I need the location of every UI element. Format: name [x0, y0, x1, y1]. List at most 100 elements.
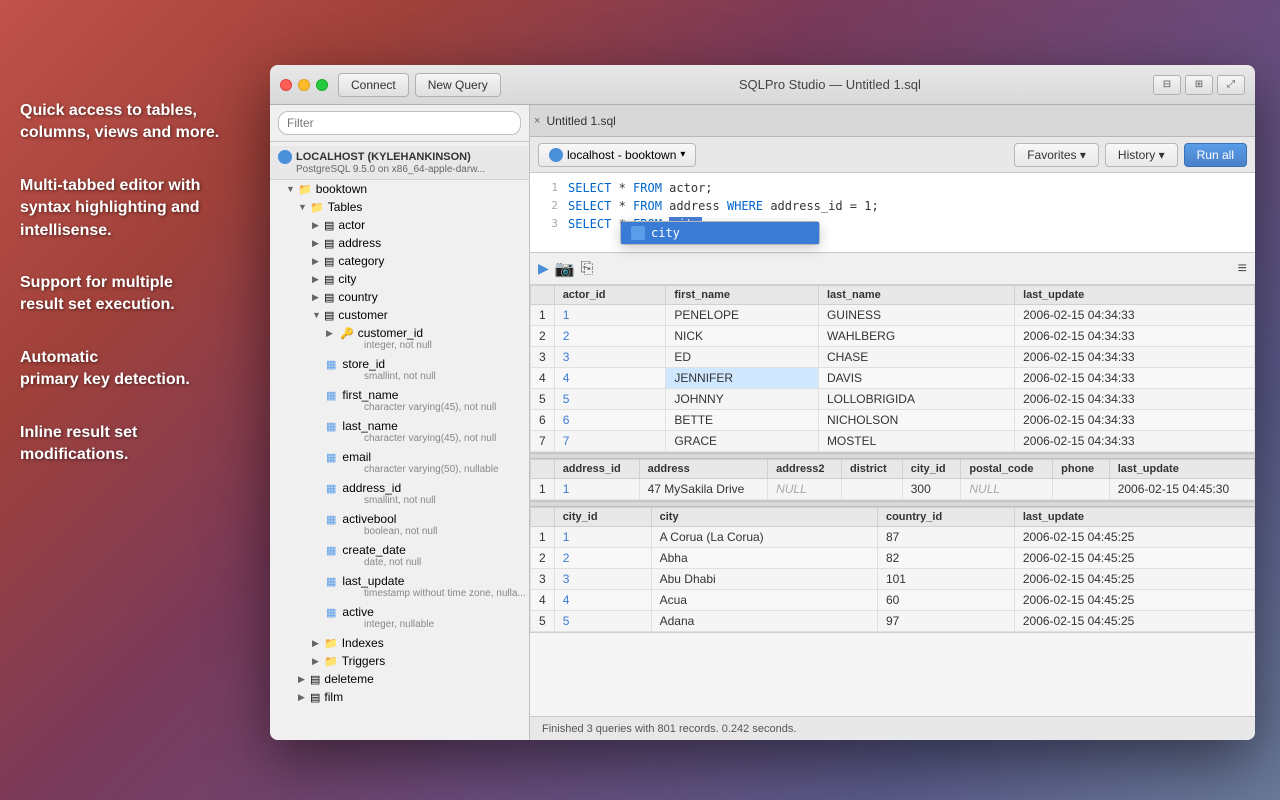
cell[interactable]: 300 — [902, 479, 961, 500]
cell[interactable]: 1 — [554, 527, 651, 548]
table-row[interactable]: 5 5 Adana 97 2006-02-15 04:45:25 — [531, 611, 1255, 632]
cell[interactable]: 4 — [554, 590, 651, 611]
col-first-name[interactable]: first_name — [666, 286, 819, 305]
cell[interactable]: 2006-02-15 04:45:25 — [1014, 569, 1254, 590]
sidebar-item-triggers[interactable]: ▶ 📁 Triggers — [270, 652, 529, 670]
table-row[interactable]: 2 2 Abha 82 2006-02-15 04:45:25 — [531, 548, 1255, 569]
cell[interactable]: 2006-02-15 04:34:33 — [1015, 347, 1255, 368]
table-row[interactable]: 3 3 Abu Dhabi 101 2006-02-15 04:45:25 — [531, 569, 1255, 590]
cell[interactable]: PENELOPE — [666, 305, 819, 326]
cell[interactable]: GRACE — [666, 431, 819, 452]
cell[interactable]: JOHNNY — [666, 389, 819, 410]
col-last-update[interactable]: last_update — [1109, 460, 1254, 479]
autocomplete-item[interactable]: city — [621, 222, 819, 244]
cell[interactable]: MOSTEL — [818, 431, 1014, 452]
col-last-update[interactable]: last_update — [1014, 508, 1254, 527]
cell[interactable]: NICK — [666, 326, 819, 347]
table-row[interactable]: 3 3 ED CHASE 2006-02-15 04:34:33 — [531, 347, 1255, 368]
cell[interactable]: NULL — [961, 479, 1053, 500]
close-button[interactable] — [280, 79, 292, 91]
cell[interactable]: 60 — [877, 590, 1014, 611]
cell[interactable]: 2006-02-15 04:34:33 — [1015, 305, 1255, 326]
col-actor-id[interactable]: actor_id — [554, 286, 666, 305]
sidebar-item-last-update[interactable]: ▦ last_update timestamp without time zon… — [270, 572, 529, 603]
sidebar-item-customer-id[interactable]: ▶ 🔑 customer_id integer, not null — [270, 324, 529, 355]
menu-icon[interactable]: ≡ — [1238, 260, 1247, 278]
cell[interactable]: 2006-02-15 04:45:25 — [1014, 590, 1254, 611]
cell[interactable]: WAHLBERG — [818, 326, 1014, 347]
sidebar-item-indexes[interactable]: ▶ 📁 Indexes — [270, 634, 529, 652]
copy-icon[interactable]: ⎘ — [581, 260, 594, 278]
sidebar-item-activebool[interactable]: ▦ activebool boolean, not null — [270, 510, 529, 541]
col-address2[interactable]: address2 — [768, 460, 842, 479]
sidebar-item-create-date[interactable]: ▦ create_date date, not null — [270, 541, 529, 572]
sidebar-item-booktown[interactable]: ▼ 📁 booktown — [270, 180, 529, 198]
minimize-button[interactable] — [298, 79, 310, 91]
cell[interactable]: 2006-02-15 04:45:25 — [1014, 527, 1254, 548]
cell[interactable]: NICHOLSON — [818, 410, 1014, 431]
favorites-button[interactable]: Favorites ▾ — [1014, 143, 1099, 167]
sidebar-item-active[interactable]: ▦ active integer, nullable — [270, 603, 529, 634]
cell[interactable]: Acua — [651, 590, 877, 611]
cell[interactable]: GUINESS — [818, 305, 1014, 326]
col-last-name[interactable]: last_name — [818, 286, 1014, 305]
cell[interactable]: 2006-02-15 04:34:33 — [1015, 431, 1255, 452]
sql-editor[interactable]: 1 SELECT * FROM actor; 2 SELECT * FROM a… — [530, 173, 1255, 253]
sidebar-item-first-name[interactable]: ▦ first_name character varying(45), not … — [270, 386, 529, 417]
new-query-button[interactable]: New Query — [415, 73, 501, 97]
cell[interactable]: 2006-02-15 04:45:25 — [1014, 611, 1254, 632]
sidebar-item-tables[interactable]: ▼ 📁 Tables — [270, 198, 529, 216]
cell[interactable]: 6 — [554, 410, 666, 431]
col-city-id[interactable]: city_id — [554, 508, 651, 527]
connect-button[interactable]: Connect — [338, 73, 409, 97]
sidebar-item-deleteme[interactable]: ▶ ▤ deleteme — [270, 670, 529, 688]
database-selector[interactable]: localhost - booktown ▾ — [538, 143, 696, 167]
cell-selected[interactable]: JENNIFER — [666, 368, 819, 389]
sidebar-item-customer[interactable]: ▼ ▤ customer — [270, 306, 529, 324]
sidebar-item-address[interactable]: ▶ ▤ address — [270, 234, 529, 252]
sidebar-toggle-icon[interactable]: ⊟ — [1153, 75, 1181, 95]
sidebar-item-address-id[interactable]: ▦ address_id smallint, not null — [270, 479, 529, 510]
cell[interactable]: 3 — [554, 347, 666, 368]
history-button[interactable]: History ▾ — [1105, 143, 1178, 167]
table-row[interactable]: 2 2 NICK WAHLBERG 2006-02-15 04:34:33 — [531, 326, 1255, 347]
col-phone[interactable]: phone — [1053, 460, 1110, 479]
cell[interactable]: 2 — [554, 326, 666, 347]
cell[interactable]: CHASE — [818, 347, 1014, 368]
cell[interactable]: 2006-02-15 04:34:33 — [1015, 410, 1255, 431]
cell[interactable]: Abu Dhabi — [651, 569, 877, 590]
cell[interactable]: Abha — [651, 548, 877, 569]
cell[interactable]: 82 — [877, 548, 1014, 569]
cell[interactable]: LOLLOBRIGIDA — [818, 389, 1014, 410]
table-row[interactable]: 4 4 JENNIFER DAVIS 2006-02-15 04:34:33 — [531, 368, 1255, 389]
table-row[interactable]: 1 1 47 MySakila Drive NULL 300 NULL 2006… — [531, 479, 1255, 500]
col-district[interactable]: district — [842, 460, 903, 479]
col-address-id[interactable]: address_id — [554, 460, 639, 479]
col-country-id[interactable]: country_id — [877, 508, 1014, 527]
cell[interactable]: NULL — [768, 479, 842, 500]
cell[interactable]: 2006-02-15 04:45:30 — [1109, 479, 1254, 500]
sidebar-item-last-name[interactable]: ▦ last_name character varying(45), not n… — [270, 417, 529, 448]
cell[interactable]: 87 — [877, 527, 1014, 548]
table-row[interactable]: 4 4 Acua 60 2006-02-15 04:45:25 — [531, 590, 1255, 611]
cell[interactable]: 5 — [554, 611, 651, 632]
sidebar-search-input[interactable] — [278, 111, 521, 135]
cell[interactable] — [1053, 479, 1110, 500]
sidebar-item-country[interactable]: ▶ ▤ country — [270, 288, 529, 306]
cell[interactable]: 2 — [554, 548, 651, 569]
cell[interactable]: 3 — [554, 569, 651, 590]
sidebar-item-actor[interactable]: ▶ ▤ actor — [270, 216, 529, 234]
sidebar-item-email[interactable]: ▦ email character varying(50), nullable — [270, 448, 529, 479]
col-last-update[interactable]: last_update — [1015, 286, 1255, 305]
cell[interactable]: BETTE — [666, 410, 819, 431]
cell[interactable]: 7 — [554, 431, 666, 452]
table-row[interactable]: 1 1 PENELOPE GUINESS 2006-02-15 04:34:33 — [531, 305, 1255, 326]
cell[interactable]: 4 — [554, 368, 666, 389]
cell[interactable]: 2006-02-15 04:34:33 — [1015, 389, 1255, 410]
play-icon[interactable]: ▶ — [538, 260, 549, 277]
fullscreen-icon[interactable]: ⤢ — [1217, 75, 1245, 95]
cell[interactable]: 2006-02-15 04:34:33 — [1015, 326, 1255, 347]
layout-icon[interactable]: ⊞ — [1185, 75, 1213, 95]
cell[interactable]: A Corua (La Corua) — [651, 527, 877, 548]
maximize-button[interactable] — [316, 79, 328, 91]
